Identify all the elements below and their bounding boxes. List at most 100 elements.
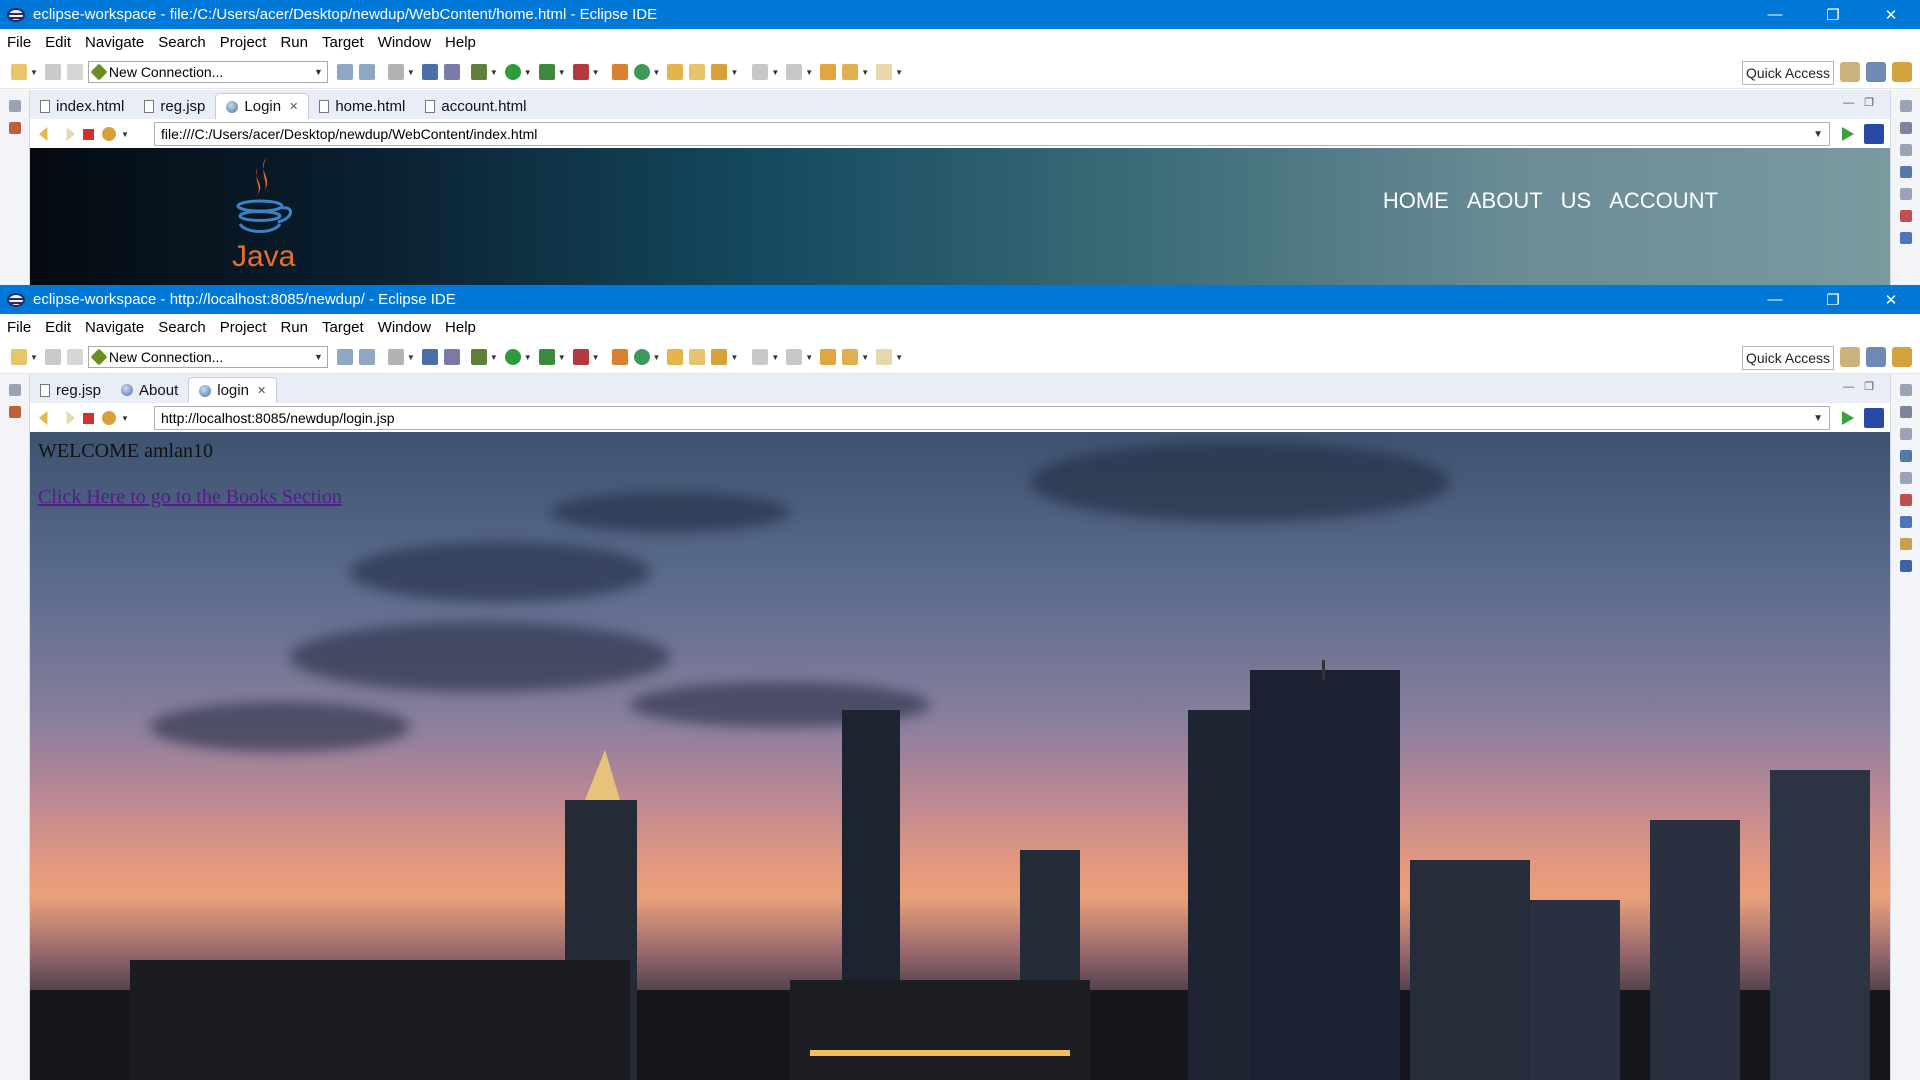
restore-icon[interactable] — [1899, 384, 1912, 396]
connection-select[interactable]: New Connection... ▼ — [87, 61, 328, 83]
open-perspective-icon[interactable] — [1840, 347, 1860, 367]
chevron-down-icon[interactable]: ▼ — [558, 353, 566, 362]
menu-file[interactable]: File — [7, 34, 31, 51]
markers-icon[interactable] — [1899, 210, 1912, 222]
close-icon[interactable]: ✕ — [289, 100, 298, 113]
chevron-down-icon[interactable]: ▼ — [771, 353, 779, 362]
java-perspective-icon[interactable] — [1892, 347, 1912, 367]
save-icon[interactable] — [44, 64, 61, 80]
chevron-down-icon[interactable]: ▼ — [771, 68, 779, 77]
tab-login[interactable]: Login ✕ — [215, 93, 310, 119]
tab-reg-jsp[interactable]: reg.jsp — [134, 93, 215, 119]
new-package-icon[interactable] — [611, 349, 628, 365]
restore-icon[interactable] — [1899, 472, 1912, 484]
chevron-down-icon[interactable]: ▼ — [895, 68, 903, 77]
debug-icon[interactable] — [470, 349, 487, 365]
restore-icon[interactable] — [1899, 188, 1912, 200]
back-icon[interactable] — [842, 64, 859, 80]
restore-icon[interactable] — [1899, 144, 1912, 156]
url-input[interactable]: http://localhost:8085/newdup/login.jsp ▼ — [154, 406, 1830, 430]
stop-icon[interactable] — [83, 412, 94, 424]
project-explorer-icon[interactable] — [8, 406, 21, 418]
run-icon[interactable] — [504, 349, 521, 365]
sync-alt-icon[interactable] — [358, 64, 375, 80]
view-controls[interactable]: —❐ — [1843, 96, 1884, 109]
nav-us-link[interactable]: US — [1561, 188, 1592, 214]
open-type-icon[interactable] — [667, 349, 684, 365]
url-input[interactable]: file:///C:/Users/acer/Desktop/newdup/Web… — [154, 122, 1830, 146]
last-edit-icon[interactable] — [820, 349, 837, 365]
forward-icon[interactable] — [66, 127, 75, 141]
chevron-down-icon[interactable]: ▼ — [805, 353, 813, 362]
javadoc-icon[interactable] — [1899, 516, 1912, 528]
tab-about[interactable]: About — [111, 377, 188, 403]
skip-breakpoints-icon[interactable] — [443, 349, 460, 365]
menu-file[interactable]: File — [7, 319, 31, 336]
forward-icon[interactable] — [66, 411, 75, 425]
java-perspective-icon[interactable] — [1892, 62, 1912, 82]
menu-help[interactable]: Help — [445, 34, 476, 51]
console-icon[interactable] — [421, 64, 438, 80]
nav-account-link[interactable]: ACCOUNT — [1609, 188, 1718, 214]
chevron-down-icon[interactable]: ▼ — [653, 353, 661, 362]
restore-icon[interactable] — [8, 100, 21, 112]
menu-search[interactable]: Search — [158, 34, 206, 51]
restore-icon[interactable] — [8, 384, 21, 396]
open-type-icon[interactable] — [667, 64, 684, 80]
chevron-down-icon[interactable]: ▼ — [558, 68, 566, 77]
menu-search[interactable]: Search — [158, 319, 206, 336]
save-all-icon[interactable] — [66, 349, 83, 365]
chevron-down-icon[interactable]: ▼ — [30, 68, 38, 77]
open-external-browser-icon[interactable] — [1864, 124, 1884, 144]
tab-reg-jsp[interactable]: reg.jsp — [30, 377, 111, 403]
search-icon[interactable] — [711, 349, 728, 365]
restore-button[interactable]: ❐ — [1804, 285, 1862, 314]
menu-window[interactable]: Window — [378, 319, 431, 336]
open-folder-icon[interactable] — [689, 349, 706, 365]
back-icon[interactable] — [39, 411, 48, 425]
next-annotation-icon[interactable] — [752, 349, 769, 365]
tab-account-html[interactable]: account.html — [415, 93, 536, 119]
coverage-icon[interactable] — [538, 349, 555, 365]
restore-icon[interactable] — [1899, 100, 1912, 112]
close-button[interactable]: ✕ — [1862, 0, 1920, 29]
next-annotation-icon[interactable] — [752, 64, 769, 80]
new-icon[interactable] — [11, 349, 27, 365]
console-icon[interactable] — [421, 349, 438, 365]
chevron-down-icon[interactable]: ▼ — [805, 68, 813, 77]
chevron-down-icon[interactable]: ▼ — [1813, 129, 1823, 140]
run-icon[interactable] — [504, 64, 521, 80]
menu-project[interactable]: Project — [220, 319, 267, 336]
chevron-down-icon[interactable]: ▼ — [861, 68, 869, 77]
chevron-down-icon[interactable]: ▼ — [730, 353, 738, 362]
save-icon[interactable] — [44, 349, 61, 365]
back-icon[interactable] — [842, 349, 859, 365]
new-class-icon[interactable] — [633, 64, 650, 80]
refresh-icon[interactable] — [102, 127, 116, 141]
new-icon[interactable] — [11, 64, 27, 80]
chevron-down-icon[interactable]: ▼ — [121, 414, 129, 423]
menu-target[interactable]: Target — [322, 34, 364, 51]
clipboard-icon[interactable] — [387, 349, 404, 365]
menu-navigate[interactable]: Navigate — [85, 319, 144, 336]
nav-home-link[interactable]: HOME — [1383, 188, 1449, 214]
restore-icon[interactable] — [1899, 428, 1912, 440]
chevron-down-icon[interactable]: ▼ — [653, 68, 661, 77]
console-icon[interactable] — [1899, 560, 1912, 572]
menu-help[interactable]: Help — [445, 319, 476, 336]
chevron-down-icon[interactable]: ▼ — [895, 353, 903, 362]
connection-select[interactable]: New Connection... ▼ — [87, 346, 328, 368]
close-button[interactable]: ✕ — [1862, 285, 1920, 314]
last-edit-icon[interactable] — [820, 64, 837, 80]
search-icon[interactable] — [711, 64, 728, 80]
open-external-browser-icon[interactable] — [1864, 408, 1884, 428]
coverage-icon[interactable] — [538, 64, 555, 80]
quick-access-field[interactable]: Quick Access — [1742, 61, 1834, 85]
open-folder-icon[interactable] — [689, 64, 706, 80]
markers-icon[interactable] — [1899, 494, 1912, 506]
view-controls[interactable]: —❐ — [1843, 380, 1884, 393]
menu-navigate[interactable]: Navigate — [85, 34, 144, 51]
menu-run[interactable]: Run — [280, 34, 308, 51]
new-class-icon[interactable] — [633, 349, 650, 365]
chevron-down-icon[interactable]: ▼ — [490, 68, 498, 77]
